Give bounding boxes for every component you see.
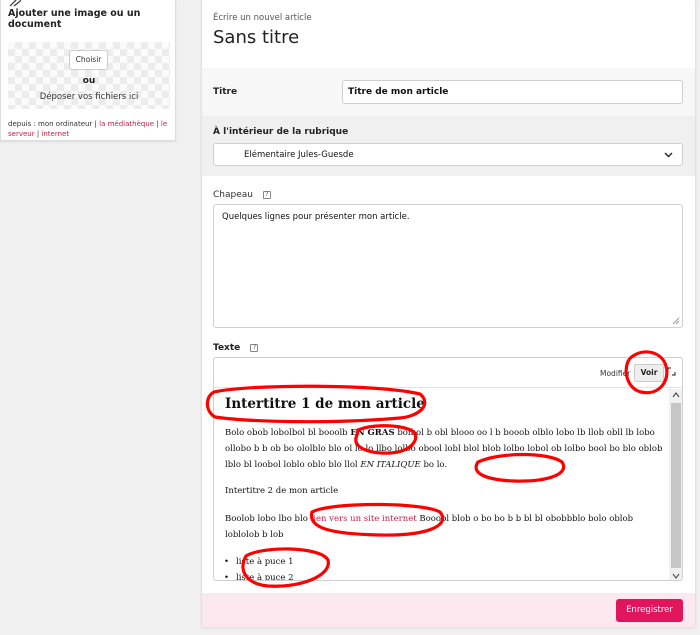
page-kicker: Écrire un nouvel article xyxy=(213,13,312,23)
scroll-down-icon[interactable] xyxy=(672,573,680,579)
preview-link[interactable]: lien vers un site internet xyxy=(311,514,417,524)
help-icon[interactable]: ? xyxy=(262,191,271,199)
title-label: Titre xyxy=(213,87,238,97)
paperclip-icon xyxy=(9,0,21,7)
upload-title: Ajouter une image ou un document xyxy=(8,8,141,30)
title-row: Titre Titre de mon article xyxy=(202,68,695,116)
page-title: Sans titre xyxy=(213,27,300,48)
preview-text: Boolob lobo lbo blo xyxy=(225,514,308,524)
upload-panel: Ajouter une image ou un document Choisir… xyxy=(0,0,176,141)
texte-label-group: Texte ? xyxy=(213,343,259,353)
sources-prefix: depuis : mon ordinateur | xyxy=(8,120,97,128)
source-mediatheque-link[interactable]: la médiathèque xyxy=(99,120,154,128)
title-input[interactable]: Titre de mon article xyxy=(342,80,683,104)
scroll-thumb[interactable] xyxy=(671,403,681,568)
rubrique-value: Elémentaire Jules-Guesde xyxy=(244,150,354,160)
or-text: ou xyxy=(82,76,96,86)
preview-paragraph-1: Bolo obob lobolbol bl booolb EN GRAS bol… xyxy=(225,425,665,473)
view-button[interactable]: Voir xyxy=(634,364,664,382)
texte-label: Texte xyxy=(213,343,241,353)
text-editor[interactable]: Modifier Voir Intertitre 1 de mon articl… xyxy=(213,357,683,581)
article-form-panel: Écrire un nouvel article Sans titre Titr… xyxy=(202,0,695,627)
chapeau-label-group: Chapeau ? xyxy=(213,190,271,200)
choose-file-button[interactable]: Choisir xyxy=(69,50,108,70)
help-icon[interactable]: ? xyxy=(250,344,259,352)
expand-icon[interactable] xyxy=(667,367,676,376)
preview-text: bo lo. xyxy=(423,460,448,470)
preview-list-item: liste à puce 2 xyxy=(224,573,293,580)
preview-bold-text: EN GRAS xyxy=(350,428,395,438)
text-preview: Intertitre 1 de mon article Bolo obob lo… xyxy=(214,389,669,580)
preview-text: Bolo obob lobolbol bl booolb xyxy=(225,428,348,438)
file-dropzone[interactable]: Choisir ou Déposer vos fichiers ici xyxy=(8,42,170,109)
chevron-down-icon xyxy=(664,152,673,158)
rubrique-label: À l'intérieur de la rubrique xyxy=(213,127,349,137)
drop-files-text: Déposer vos fichiers ici xyxy=(39,92,139,102)
editor-toolbar: Modifier Voir xyxy=(214,358,682,388)
modify-tab[interactable]: Modifier xyxy=(600,369,630,378)
source-internet-link[interactable]: internet xyxy=(41,130,69,138)
preview-scrollbar[interactable] xyxy=(669,389,682,580)
preview-paragraph-2: Boolob lobo lbo blo lien vers un site in… xyxy=(225,511,665,543)
save-button[interactable]: Enregistrer xyxy=(616,599,683,622)
resize-grip-icon[interactable] xyxy=(672,317,680,325)
preview-heading-1: Intertitre 1 de mon article xyxy=(225,396,425,412)
chapeau-value: Quelques lignes pour présenter mon artic… xyxy=(222,212,410,222)
preview-list-item: liste à puce 1 xyxy=(224,557,293,567)
preview-heading-2: Intertitre 2 de mon article xyxy=(225,486,339,496)
form-footer: Enregistrer xyxy=(202,593,695,627)
rubrique-row: À l'intérieur de la rubrique Elémentaire… xyxy=(202,116,695,176)
scroll-up-icon[interactable] xyxy=(672,392,680,398)
chapeau-label: Chapeau xyxy=(213,190,253,200)
upload-sources: depuis : mon ordinateur | la médiathèque… xyxy=(8,120,168,138)
preview-italic-text: EN ITALIQUE xyxy=(360,460,421,470)
rubrique-select[interactable]: Elémentaire Jules-Guesde xyxy=(213,143,683,166)
chapeau-textarea[interactable]: Quelques lignes pour présenter mon artic… xyxy=(213,204,683,328)
